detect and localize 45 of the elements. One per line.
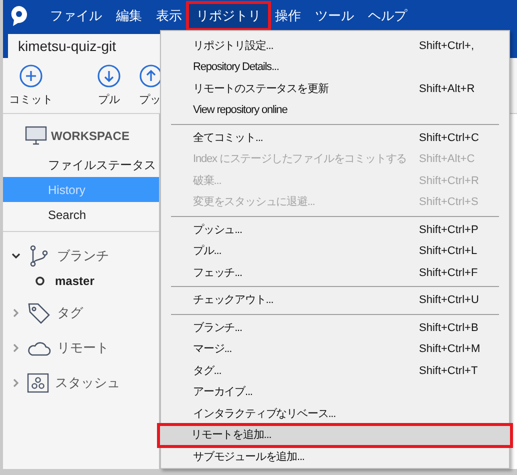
menu-item[interactable]: インタラクティブなリベース... <box>161 403 509 424</box>
menu-item[interactable]: 全てコミット... Shift+Ctrl+C <box>161 127 509 148</box>
menu-item[interactable]: ブランチ... Shift+Ctrl+B <box>161 317 509 338</box>
toolbar-button[interactable]: プッ <box>139 64 161 108</box>
toolbar-button[interactable]: コミット <box>5 64 57 108</box>
menu-bar-item[interactable]: ツール <box>308 4 361 28</box>
menu-bar-item[interactable]: ヘルプ <box>361 4 414 28</box>
menu-item[interactable]: サブモジュールを追加... <box>161 446 509 468</box>
toolbar-button[interactable]: プル <box>83 64 135 108</box>
down-arrow-circle-icon <box>97 64 121 88</box>
menu-item[interactable]: フェッチ... Shift+Ctrl+F <box>161 262 509 284</box>
sidebar-section-title[interactable]: スタッシュ <box>55 372 120 392</box>
chevron-right-icon[interactable] <box>11 378 21 388</box>
menu-item[interactable]: タグ... Shift+Ctrl+T <box>161 360 509 382</box>
chevron-down-icon[interactable] <box>11 250 21 260</box>
menu-bar-item[interactable]: リポジトリ <box>189 4 268 28</box>
menu-bar-item[interactable]: 操作 <box>268 4 308 28</box>
sidebar-section-title[interactable]: リモート <box>57 338 109 358</box>
stash-icon <box>27 372 49 392</box>
sidebar-item[interactable]: ファイルステータス <box>3 152 159 177</box>
menu-item[interactable]: アーカイブ... <box>161 382 509 403</box>
tag-icon <box>27 300 51 324</box>
menu-bar-item[interactable]: 編集 <box>109 4 149 28</box>
app-logo-icon <box>9 5 29 27</box>
menu-item[interactable]: チェックアウト... Shift+Ctrl+U <box>161 290 509 311</box>
menu-item[interactable]: プッシュ... Shift+Ctrl+P <box>161 219 509 240</box>
chevron-right-icon[interactable] <box>11 308 21 318</box>
sidebar-section-title[interactable]: ブランチ <box>57 246 109 266</box>
menu-item[interactable]: View repository online <box>161 100 509 121</box>
sidebar-section-title[interactable]: タグ <box>57 302 83 322</box>
menu-item[interactable]: リモートのステータスを更新 Shift+Alt+R <box>161 78 509 100</box>
branch-name[interactable]: master <box>55 272 94 290</box>
sidebar-item[interactable]: Search <box>3 202 159 227</box>
workspace-heading: WORKSPACE <box>51 128 130 145</box>
menu-item[interactable]: Repository Details... <box>161 56 509 78</box>
up-arrow-circle-icon <box>139 64 163 88</box>
menu-item[interactable]: プル... Shift+Ctrl+L <box>161 240 509 262</box>
menu-bar-item[interactable]: 表示 <box>149 4 189 28</box>
chevron-right-icon[interactable] <box>11 342 21 352</box>
menu-item[interactable]: マージ... Shift+Ctrl+M <box>161 338 509 360</box>
menu-bar-item[interactable]: ファイル <box>43 4 109 28</box>
monitor-icon <box>25 126 47 146</box>
branch-dot-icon <box>35 276 45 286</box>
plus-circle-icon <box>19 64 43 88</box>
menu-item[interactable]: リモートを追加... <box>159 424 511 446</box>
